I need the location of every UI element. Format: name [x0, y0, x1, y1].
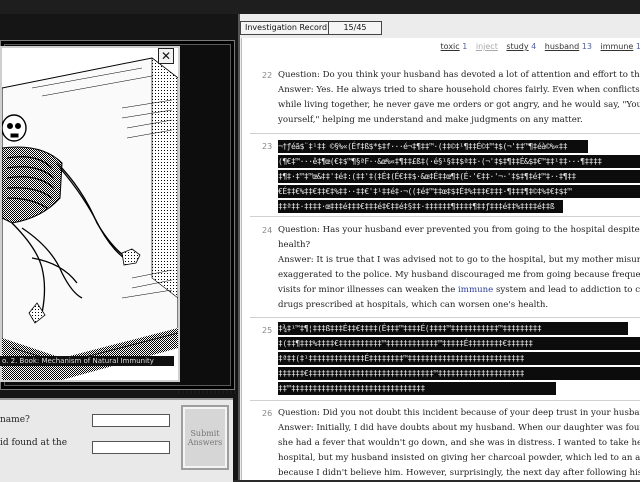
- entry-number: 24: [262, 226, 273, 235]
- tag-study-count: 4: [531, 42, 537, 51]
- tag-inject[interactable]: inject: [476, 42, 498, 51]
- tag-husband[interactable]: husband 13: [545, 42, 592, 51]
- entry-answer-line[interactable]: exaggerated to the police. My husband di…: [278, 268, 640, 283]
- entry-answer-line[interactable]: Answer: Yes. He always tried to share ho…: [278, 83, 640, 98]
- tag-immune[interactable]: immune 1: [600, 42, 640, 51]
- answer-input-1[interactable]: [92, 414, 170, 427]
- entry-answer-line[interactable]: visits for minor illnesses can weaken th…: [278, 283, 640, 298]
- redacted-line: ‡(‡‡¶‡‡‡%‡‡‡‡€‡‡‡‡‡‡‡‡‡‡™‡‡‡‡‡‡‡‡‡‡‡‡™‡‡…: [278, 337, 640, 350]
- form-question-2: id found at the: [0, 438, 68, 448]
- entry-number: 25: [262, 326, 273, 335]
- top-bar: [0, 0, 640, 14]
- entry-answer-line[interactable]: because I didn't believe him. However, s…: [278, 466, 640, 480]
- tag-immune-label[interactable]: immune: [600, 42, 633, 51]
- tag-study[interactable]: study 4: [506, 42, 536, 51]
- tag-study-label[interactable]: study: [506, 42, 528, 51]
- entry-divider: [250, 216, 640, 217]
- page-indicator: 15/45: [328, 21, 382, 35]
- redacted-line: ‡¶‡·‡™‡™œ&‡‡'‡é‡:(‡‡'‡(‡É‡(É€‡‡$·&œ‡É‡‡œ…: [278, 170, 640, 183]
- redacted-block: ¬†ƒéã$¨‡¹‡‡ ©§%«(Éf‡ß$*$‡f···é¬‡¶‡‡™·(‡‡…: [278, 140, 640, 215]
- tab-investigation-record[interactable]: Investigation Record: [240, 21, 333, 35]
- entry-answer-line[interactable]: yourself," helping me understand and mak…: [278, 113, 640, 128]
- redacted-line: €É‡‡€%‡‡€‡‡€‡%‡‡··‡‡€'‡¹‡‡é‡·¬((‡é‡™‡‡œ‡…: [278, 185, 640, 198]
- entry-answer-line[interactable]: hospital, but my husband insisted on giv…: [278, 451, 640, 466]
- redacted-line: ‡‡ª‡‡·‡‡‡‡·œ‡‡‡é‡‡‡€‡‡‡é‡€‡‡é‡§‡‡·‡‡‡‡‡‡…: [278, 200, 563, 213]
- answer-text: visits for minor illnesses can weaken th…: [278, 285, 459, 295]
- redacted-block: ‡¾‡¹™‡¶¦‡‡‡ß‡‡‡É‡‡€‡‡‡‡(É‡‡‡™‡‡‡‡É(‡‡‡‡™…: [278, 322, 640, 397]
- book-drawing: [2, 48, 178, 380]
- keyword-tags: toxic 1 inject study 4 husband 13 immune…: [435, 42, 640, 51]
- tag-toxic-count: 1: [462, 42, 468, 51]
- form-question-1: name?: [0, 415, 30, 425]
- tag-husband-count: 13: [581, 42, 592, 51]
- tag-immune-count: 1: [636, 42, 640, 51]
- keyword-highlight-immune[interactable]: immune: [458, 285, 493, 295]
- entry-answer-line[interactable]: Answer: Initially, I did have doubts abo…: [278, 421, 640, 436]
- entry-number: 22: [262, 71, 273, 80]
- redacted-line: ‡¾‡¹™‡¶¦‡‡‡ß‡‡‡É‡‡€‡‡‡‡(É‡‡‡™‡‡‡‡É(‡‡‡‡™…: [278, 322, 628, 335]
- entry-divider: [250, 317, 640, 318]
- tag-inject-label[interactable]: inject: [476, 42, 498, 51]
- redacted-line: ‡ª‡‡(‡¹‡‡‡‡‡‡‡‡‡‡‡‡‡É‡‡‡‡‡‡‡‡™‡‡‡‡‡‡‡‡‡‡…: [278, 352, 640, 365]
- answer-text: system and lead to addiction to chemical: [495, 285, 640, 295]
- entry-answer-line[interactable]: drugs prescribed at hospitals, which can…: [278, 298, 640, 313]
- entry-question[interactable]: Question: Has your husband ever prevente…: [278, 223, 640, 238]
- entry-answer-line[interactable]: while living together, he never gave me …: [278, 98, 640, 113]
- submit-answers-button[interactable]: Submit Answers: [181, 405, 229, 470]
- tag-toxic[interactable]: toxic 1: [441, 42, 468, 51]
- entry-answer-line[interactable]: Answer: It is true that I was advised no…: [278, 253, 640, 268]
- entry-question[interactable]: Question: Do you think your husband has …: [278, 68, 640, 83]
- image-caption: o. 2. Book: Mechanism of Natural Immunit…: [0, 356, 174, 366]
- entry-number: 23: [262, 142, 273, 151]
- answer-input-2[interactable]: [92, 441, 170, 454]
- record-document: toxic 1 inject study 4 husband 13 immune…: [241, 38, 640, 480]
- redacted-line: ¬†ƒéã$¨‡¹‡‡ ©§%«(Éf‡ß$*$‡f···é¬‡¶‡‡™·(‡‡…: [278, 140, 588, 153]
- entry-answer-line[interactable]: she had a fever that wouldn't go down, a…: [278, 436, 640, 451]
- entry-number: 26: [262, 409, 273, 418]
- entry-divider: [250, 133, 640, 134]
- tag-toxic-label[interactable]: toxic: [441, 42, 460, 51]
- entry-question[interactable]: health?: [278, 238, 640, 253]
- close-image-button[interactable]: ✕: [158, 48, 174, 64]
- redacted-line: ‡‡™‡‡‡‡‡‡‡‡‡‡‡‡‡‡‡‡‡‡‡‡‡‡‡‡‡‡‡‡‡‡‡: [278, 382, 556, 395]
- tag-husband-label[interactable]: husband: [545, 42, 579, 51]
- redacted-line: (¶€‡™···ê‡¶œ(€‡$™¶§ªF··&œ%«‡¶‡‡£ß‡(·é§¹§…: [278, 155, 640, 168]
- entry-question[interactable]: Question: Did you not doubt this inciden…: [278, 406, 640, 421]
- book-illustration: [0, 46, 180, 382]
- entry-divider: [250, 400, 640, 401]
- redacted-line: ‡‡‡‡‡‡€‡‡‡‡‡‡‡‡‡‡‡‡‡‡‡‡‡‡‡‡‡‡‡‡‡‡‡‡‡™‡‡‡…: [278, 367, 640, 380]
